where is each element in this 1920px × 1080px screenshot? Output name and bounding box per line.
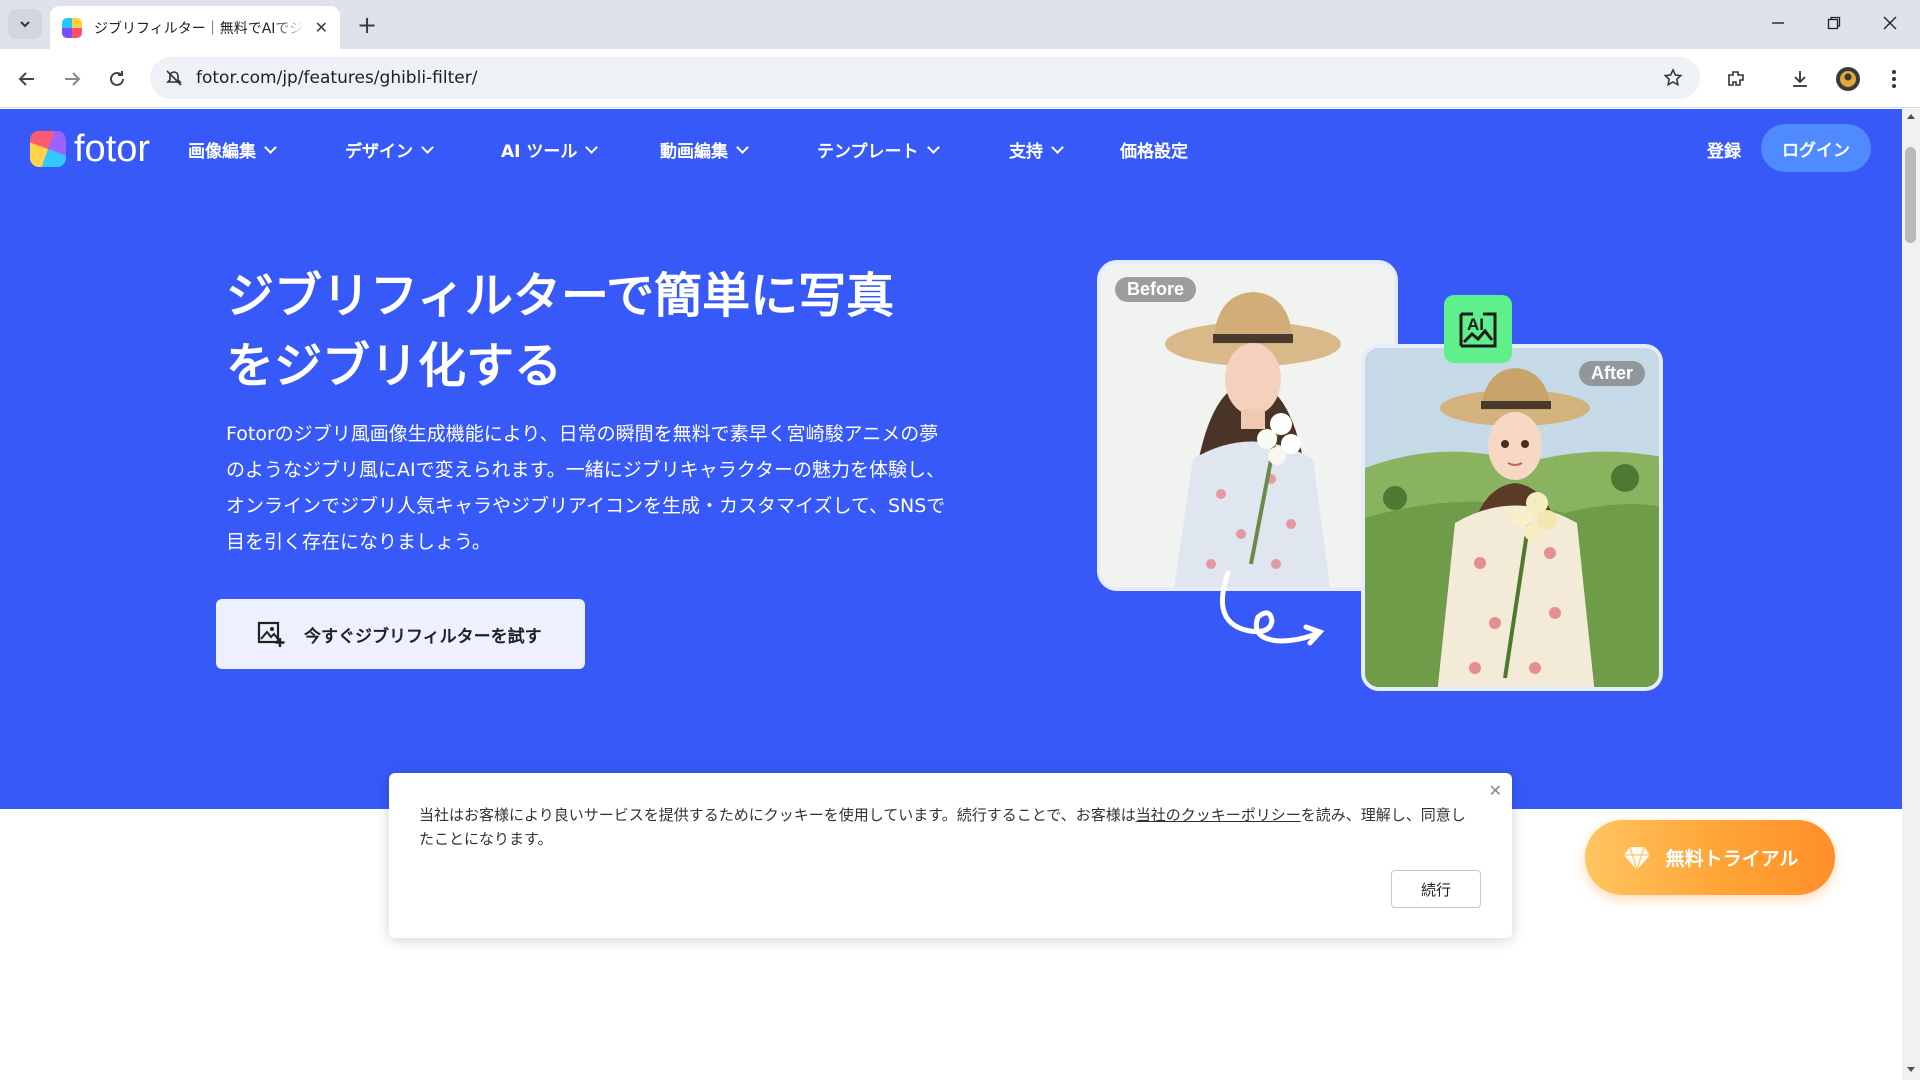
- site-header: fotor 画像編集 デザイン AI ツール 動画編集 テンプレート 支持 価格…: [0, 109, 1902, 189]
- back-button[interactable]: [10, 62, 44, 96]
- hero-title: ジブリフィルターで簡単に写真 をジブリ化する: [226, 261, 946, 401]
- cookie-message: 当社はお客様により良いサービスを提供するためにクッキーを使用しています。続行する…: [419, 803, 1479, 851]
- profile-avatar[interactable]: [1832, 63, 1864, 95]
- menu-video-edit[interactable]: 動画編集: [660, 137, 749, 162]
- menu-ai-tools[interactable]: AI ツール: [501, 137, 599, 162]
- hero-title-line: をジブリ化する: [226, 338, 563, 394]
- site-info-icon[interactable]: [160, 64, 188, 92]
- hero-description: Fotorのジブリ風画像生成機能により、日常の瞬間を無料で素早く宮崎駿アニメの夢…: [226, 423, 946, 553]
- browser-tab-active[interactable]: ジブリフィルター｜無料でAIでジブリ ✕: [50, 6, 340, 49]
- menu-label: デザイン: [345, 142, 413, 162]
- register-link[interactable]: 登録: [1707, 137, 1741, 162]
- before-label: Before: [1115, 277, 1197, 302]
- hero-section: fotor 画像編集 デザイン AI ツール 動画編集 テンプレート 支持 価格…: [0, 109, 1902, 809]
- restore-icon: [1827, 16, 1841, 30]
- tab-title: ジブリフィルター｜無料でAIでジブリ: [94, 20, 304, 37]
- add-image-icon: [256, 619, 286, 649]
- svg-text:AI: AI: [1467, 315, 1484, 334]
- fotor-logo-icon: [30, 131, 66, 167]
- free-trial-button[interactable]: 無料トライアル: [1585, 820, 1835, 895]
- chevron-down-icon: [20, 21, 30, 28]
- more-menu-icon[interactable]: [1878, 63, 1910, 95]
- browser-tab-strip: ジブリフィルター｜無料でAIでジブリ ✕ +: [0, 0, 1920, 49]
- cookie-text-before: 当社はお客様により良いサービスを提供するためにクッキーを使用しています。続行する…: [419, 806, 1136, 824]
- minimize-icon: [1772, 22, 1784, 24]
- address-bar[interactable]: fotor.com/jp/features/ghibli-filter/: [150, 57, 1700, 99]
- menu-label: テンプレート: [817, 142, 919, 162]
- menu-label: 価格設定: [1120, 142, 1188, 162]
- after-anime-illustration: [1365, 348, 1659, 687]
- download-icon[interactable]: [1784, 63, 1816, 95]
- scroll-down-arrow-icon[interactable]: [1906, 1064, 1916, 1074]
- free-trial-label: 無料トライアル: [1665, 848, 1799, 870]
- browser-toolbar: fotor.com/jp/features/ghibli-filter/: [0, 49, 1920, 108]
- cta-label: 今すぐジブリフィルターを試す: [304, 626, 542, 647]
- fotor-logo[interactable]: fotor: [30, 128, 151, 170]
- menu-support[interactable]: 支持: [1009, 137, 1064, 162]
- try-ghibli-filter-button[interactable]: 今すぐジブリフィルターを試す: [216, 599, 585, 669]
- reload-button[interactable]: [100, 62, 134, 96]
- arrow-right-icon: [65, 72, 81, 86]
- hero-title-line: ジブリフィルターで簡単に写真: [226, 268, 895, 324]
- menu-label: 動画編集: [660, 142, 728, 162]
- scrollbar-thumb[interactable]: [1905, 147, 1916, 243]
- diamond-icon: [1623, 846, 1650, 870]
- page-scrollbar[interactable]: [1902, 109, 1920, 1080]
- minimize-button[interactable]: [1758, 8, 1798, 38]
- menu-label: AI ツール: [501, 142, 578, 162]
- cookie-policy-link[interactable]: 当社のクッキーポリシー: [1136, 806, 1301, 824]
- close-tab-icon[interactable]: ✕: [315, 18, 328, 37]
- menu-label: 支持: [1009, 142, 1043, 162]
- menu-design[interactable]: デザイン: [345, 137, 434, 162]
- tab-search-button[interactable]: [8, 9, 42, 39]
- chevron-down-icon: [421, 140, 434, 154]
- menu-image-edit[interactable]: 画像編集: [188, 137, 277, 162]
- before-image-card: Before: [1097, 260, 1398, 591]
- chevron-down-icon: [1051, 140, 1064, 154]
- new-tab-button[interactable]: +: [352, 10, 382, 40]
- bookmark-star-icon[interactable]: [1660, 65, 1686, 91]
- url-text: fotor.com/jp/features/ghibli-filter/: [196, 68, 478, 88]
- forward-button[interactable]: [55, 62, 89, 96]
- chevron-down-icon: [736, 140, 749, 154]
- close-icon[interactable]: ✕: [1489, 781, 1502, 800]
- web-page: fotor 画像編集 デザイン AI ツール 動画編集 テンプレート 支持 価格…: [0, 109, 1902, 1080]
- cookie-consent-banner: 当社はお客様により良いサービスを提供するためにクッキーを使用しています。続行する…: [389, 773, 1512, 938]
- arrow-left-icon: [18, 72, 34, 86]
- after-label: After: [1578, 361, 1645, 386]
- chevron-down-icon: [585, 140, 599, 154]
- before-portrait-illustration: [1101, 264, 1394, 587]
- close-icon: [1883, 16, 1897, 30]
- reload-icon: [110, 71, 124, 86]
- cookie-continue-button[interactable]: 続行: [1391, 870, 1481, 908]
- curved-arrow-icon: [1219, 570, 1325, 646]
- close-window-button[interactable]: [1870, 8, 1910, 38]
- login-button[interactable]: ログイン: [1761, 124, 1871, 172]
- logo-text: fotor: [74, 128, 151, 170]
- ai-image-icon: AI: [1444, 295, 1512, 363]
- chevron-down-icon: [264, 140, 277, 154]
- chevron-down-icon: [926, 140, 940, 154]
- menu-label: 画像編集: [188, 142, 256, 162]
- after-image-card: After: [1361, 344, 1663, 691]
- menu-templates[interactable]: テンプレート: [817, 137, 940, 162]
- restore-button[interactable]: [1814, 8, 1854, 38]
- scroll-up-arrow-icon[interactable]: [1906, 112, 1916, 122]
- fotor-favicon-icon: [62, 17, 82, 38]
- menu-pricing[interactable]: 価格設定: [1120, 137, 1188, 162]
- extensions-icon[interactable]: [1720, 63, 1752, 95]
